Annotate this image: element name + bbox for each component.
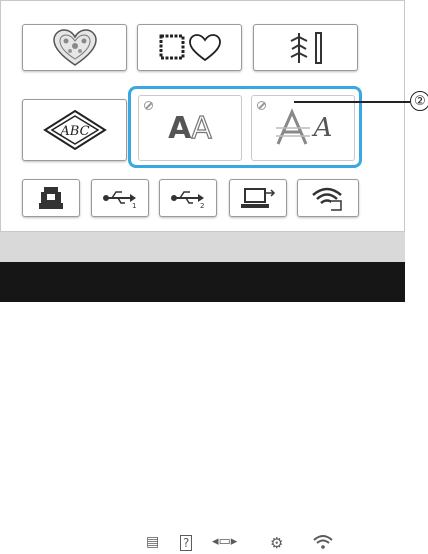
embroidery-category-screen: ABC A A A 1 2 ▤ ? ◂▭▸ ⚙	[0, 0, 405, 552]
monogram-button[interactable]: ABC	[22, 99, 127, 161]
wifi-icon	[312, 187, 342, 211]
svg-text:ABC: ABC	[59, 124, 89, 139]
page-icon[interactable]: ▤	[146, 534, 159, 550]
computer-button[interactable]	[229, 179, 287, 217]
help-icon[interactable]: ?	[180, 535, 193, 551]
frame-patterns-button[interactable]	[137, 24, 242, 71]
usb-1-button[interactable]: 1	[91, 179, 149, 217]
monogram-diamond-icon: ABC	[42, 109, 107, 151]
usb-1-sub: 1	[132, 202, 136, 209]
lace-heart-icon	[52, 28, 97, 66]
machine-memory-button[interactable]	[22, 179, 80, 217]
stitch-lines-icon	[290, 31, 322, 64]
usb-2-sub: 2	[200, 202, 204, 209]
machine-icon	[39, 187, 63, 209]
usb-2-button[interactable]: 2	[159, 179, 217, 217]
utility-stitches-button[interactable]	[253, 24, 358, 71]
frame-heart-icon	[159, 33, 221, 61]
wireless-button[interactable]	[297, 179, 359, 217]
computer-icon	[241, 188, 276, 208]
decorative-patterns-button[interactable]	[22, 24, 127, 71]
font-category-highlight	[128, 86, 362, 168]
usb-icon: 2	[171, 191, 204, 209]
callout-line	[294, 101, 410, 103]
usb-icon: 1	[103, 191, 136, 209]
settings-icon[interactable]: ⚙	[270, 534, 283, 552]
status-bar: ▤ ? ◂▭▸ ⚙	[0, 262, 405, 552]
wifi-status-icon	[313, 534, 333, 554]
callout-number: ②	[410, 91, 428, 111]
info-bar	[0, 232, 405, 262]
connection-icon: ◂▭▸	[212, 534, 238, 549]
